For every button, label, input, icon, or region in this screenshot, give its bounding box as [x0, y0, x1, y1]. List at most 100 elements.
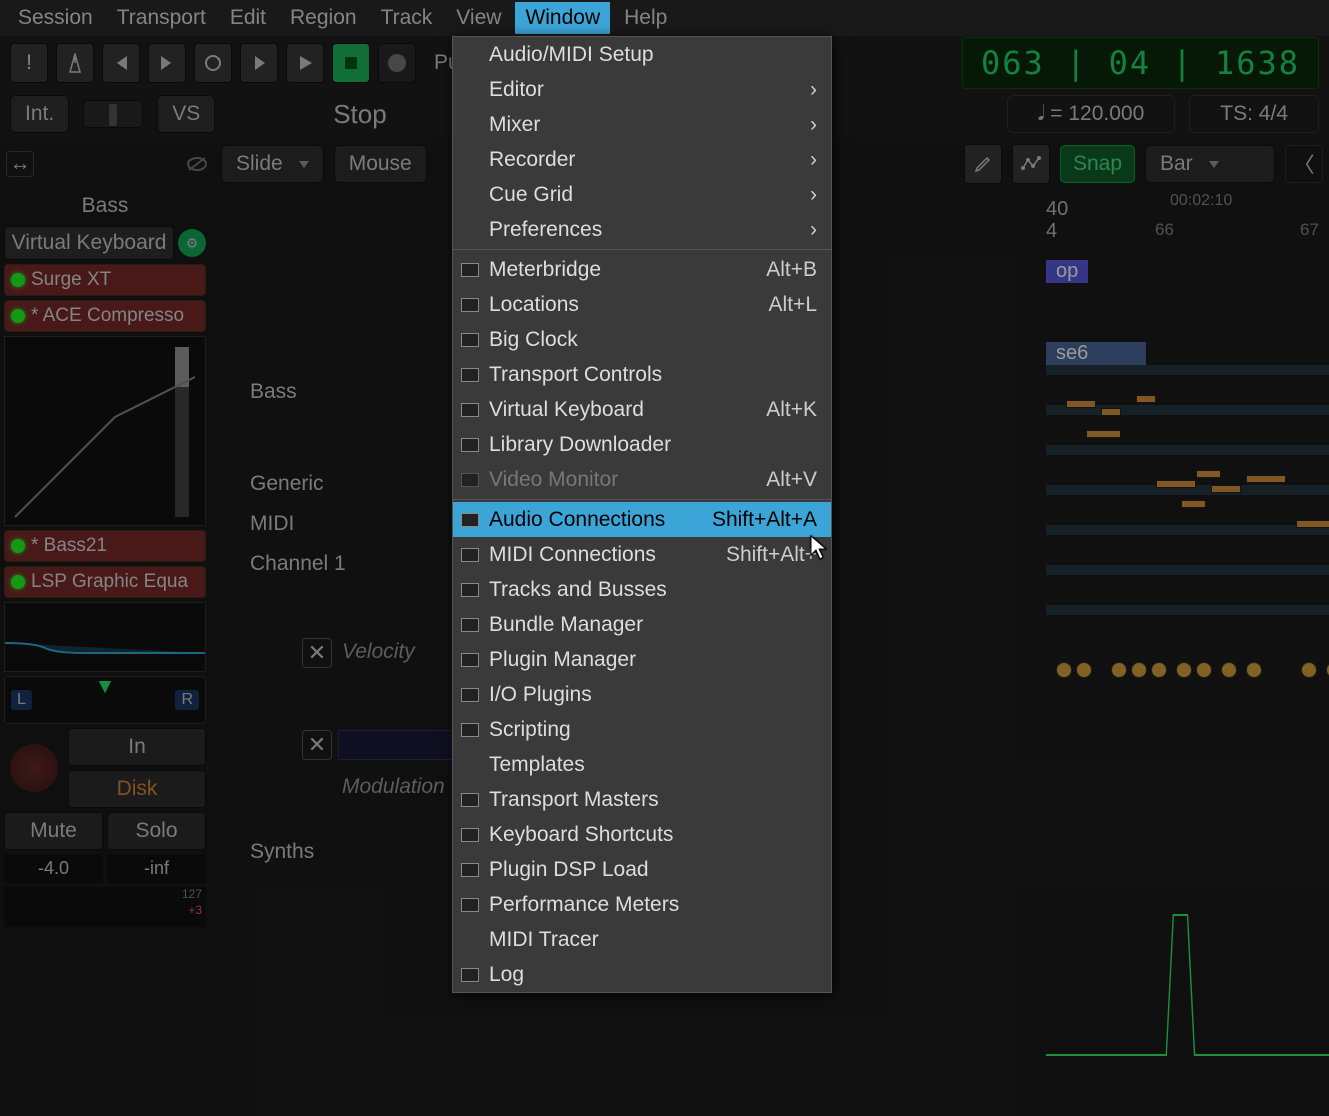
menu-edit[interactable]: Edit — [220, 2, 276, 34]
velocity-lane[interactable] — [1046, 650, 1329, 880]
menu-item-plugin-manager[interactable]: Plugin Manager — [453, 642, 831, 677]
plugin-slot[interactable]: LSP Graphic Equa — [4, 566, 206, 598]
plugin-name-label: Surge XT — [31, 269, 111, 291]
midi-notes-region[interactable] — [1046, 370, 1329, 630]
mouse-mode-selector[interactable]: Mouse — [334, 145, 427, 183]
loop-button[interactable] — [194, 43, 232, 83]
plugin-enable-led[interactable] — [11, 539, 25, 553]
compressor-graph[interactable] — [4, 336, 206, 526]
menu-item-editor[interactable]: Editor› — [453, 72, 831, 107]
plugin-enable-led[interactable] — [11, 575, 25, 589]
grid-unit-selector[interactable]: Bar — [1145, 145, 1275, 183]
menu-item-audio-midi-setup[interactable]: Audio/MIDI Setup — [453, 37, 831, 72]
automation-lane-header[interactable]: Channel 1 — [250, 552, 346, 576]
panner[interactable]: ▼ L R — [4, 676, 206, 724]
menu-item-bundle-manager[interactable]: Bundle Manager — [453, 607, 831, 642]
time-signature-display[interactable]: TS: 4/4 — [1189, 95, 1319, 133]
edit-mode-selector[interactable]: Slide — [221, 145, 324, 183]
menu-item-midi-tracer[interactable]: MIDI Tracer — [453, 922, 831, 957]
varispeed-button[interactable]: VS — [157, 95, 215, 133]
menu-item-meterbridge[interactable]: MeterbridgeAlt+B — [453, 252, 831, 287]
modulation-lane-header[interactable]: Modulation ... — [342, 775, 468, 799]
menu-item-scripting[interactable]: Scripting — [453, 712, 831, 747]
close-lane-button[interactable]: ✕ — [302, 638, 332, 668]
region-name-label[interactable]: se6 — [1046, 342, 1146, 365]
plugin-slot[interactable]: Surge XT — [4, 264, 206, 296]
mute-button[interactable]: Mute — [4, 812, 103, 850]
automation-lane-header[interactable]: Generic — [250, 472, 324, 496]
visibility-toggle-icon[interactable] — [183, 151, 211, 177]
shuttle-slider[interactable] — [83, 100, 143, 128]
draw-tool-button[interactable] — [964, 144, 1002, 184]
record-button[interactable] — [378, 43, 416, 83]
menu-item-virtual-keyboard[interactable]: Virtual KeyboardAlt+K — [453, 392, 831, 427]
virtual-keyboard-button[interactable]: Virtual Keyboard — [4, 226, 174, 260]
track-header[interactable]: Synths — [250, 840, 314, 864]
menu-item-log[interactable]: Log — [453, 957, 831, 992]
monitor-in-button[interactable]: In — [68, 728, 206, 766]
marker-label[interactable]: 4 — [1046, 220, 1057, 243]
submenu-arrow-icon: › — [810, 148, 817, 172]
menu-item-preferences[interactable]: Preferences› — [453, 212, 831, 247]
gain-db-readout[interactable]: -4.0 — [4, 854, 103, 883]
menu-item-keyboard-shortcuts[interactable]: Keyboard Shortcuts — [453, 817, 831, 852]
menu-item-library-downloader[interactable]: Library Downloader — [453, 427, 831, 462]
menu-item-label: Big Clock — [489, 328, 817, 352]
goto-start-button[interactable] — [102, 43, 140, 83]
automation-lane-header[interactable]: MIDI — [250, 512, 294, 536]
sync-int-button[interactable]: Int. — [10, 95, 69, 133]
goto-end-button[interactable] — [148, 43, 186, 83]
marker-label[interactable]: 40 — [1046, 198, 1068, 221]
strip-track-name[interactable]: Bass — [4, 190, 206, 222]
monitor-disk-button[interactable]: Disk — [68, 770, 206, 808]
automation-tool-button[interactable] — [1012, 144, 1050, 184]
menu-item-audio-connections[interactable]: Audio ConnectionsShift+Alt+A — [453, 502, 831, 537]
plugin-enable-led[interactable] — [11, 273, 25, 287]
menu-item-locations[interactable]: LocationsAlt+L — [453, 287, 831, 322]
menu-item-midi-connections[interactable]: MIDI ConnectionsShift+Alt+ — [453, 537, 831, 572]
primary-timecode[interactable]: 063 | 04 | 1638 — [962, 37, 1319, 89]
menu-item-tracks-and-busses[interactable]: Tracks and Busses — [453, 572, 831, 607]
play-button[interactable] — [286, 43, 324, 83]
velocity-lane-header[interactable]: Velocity — [342, 640, 415, 664]
menu-window[interactable]: Window — [515, 2, 610, 34]
menu-item-recorder[interactable]: Recorder› — [453, 142, 831, 177]
metronome-button[interactable] — [56, 43, 94, 83]
eq-graph[interactable] — [4, 602, 206, 672]
menu-item-big-clock[interactable]: Big Clock — [453, 322, 831, 357]
midi-din-icon[interactable]: ⚙ — [178, 229, 206, 257]
submenu-arrow-icon: › — [810, 218, 817, 242]
tempo-display[interactable]: 𝅘𝅥 = 120.000 — [1007, 95, 1176, 133]
menu-item-cue-grid[interactable]: Cue Grid› — [453, 177, 831, 212]
nudge-left-button[interactable]: 〈 — [1285, 145, 1323, 183]
menu-item-plugin-dsp-load[interactable]: Plugin DSP Load — [453, 852, 831, 887]
menu-view[interactable]: View — [446, 2, 511, 34]
menu-session[interactable]: Session — [8, 2, 103, 34]
menu-item-performance-meters[interactable]: Performance Meters — [453, 887, 831, 922]
plugin-slot[interactable]: * Bass21 — [4, 530, 206, 562]
menu-region[interactable]: Region — [280, 2, 367, 34]
menu-item-mixer[interactable]: Mixer› — [453, 107, 831, 142]
menu-transport[interactable]: Transport — [107, 2, 216, 34]
menu-item-transport-controls[interactable]: Transport Controls — [453, 357, 831, 392]
zoom-full-button[interactable]: ↔ — [6, 151, 34, 177]
menu-item-i-o-plugins[interactable]: I/O Plugins — [453, 677, 831, 712]
menu-item-templates[interactable]: Templates — [453, 747, 831, 782]
close-lane-button[interactable]: ✕ — [302, 730, 332, 760]
menu-track[interactable]: Track — [371, 2, 443, 34]
menu-item-transport-masters[interactable]: Transport Masters — [453, 782, 831, 817]
rec-arm-knob[interactable] — [10, 744, 58, 792]
play-range-button[interactable] — [240, 43, 278, 83]
panic-button[interactable]: ! — [10, 43, 48, 83]
plugin-enable-led[interactable] — [11, 309, 25, 323]
peak-db-readout[interactable]: -inf — [107, 854, 206, 883]
track-header[interactable]: Bass — [250, 380, 297, 404]
menu-help[interactable]: Help — [614, 2, 677, 34]
snap-toggle[interactable]: Snap — [1060, 145, 1135, 183]
modulation-lane[interactable] — [1046, 885, 1329, 1085]
stop-button[interactable] — [332, 43, 370, 83]
solo-button[interactable]: Solo — [107, 812, 206, 850]
plugin-slot[interactable]: * ACE Compresso — [4, 300, 206, 332]
loop-end-marker[interactable]: op — [1046, 260, 1088, 283]
edit-mode-label: Slide — [236, 152, 283, 176]
